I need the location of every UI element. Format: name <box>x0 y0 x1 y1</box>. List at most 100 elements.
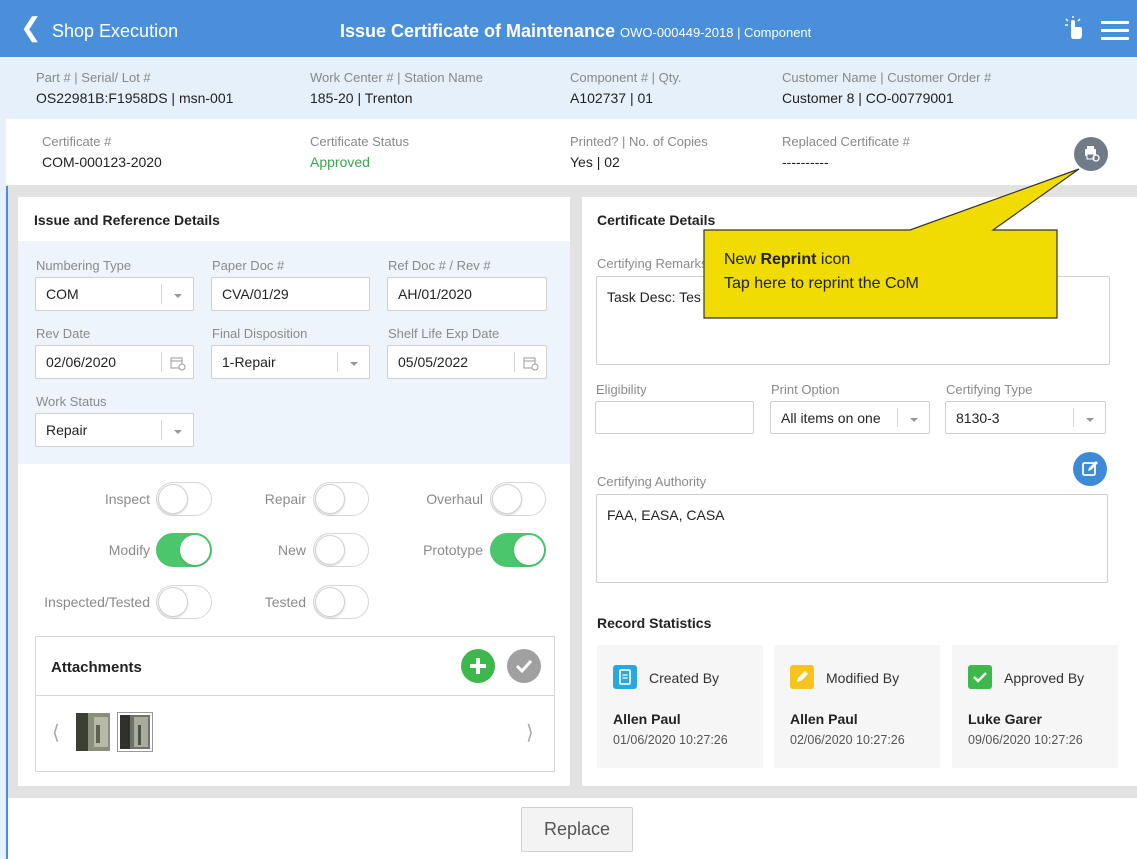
component-qty-value: A102737 | 01 <box>570 90 654 106</box>
replace-button[interactable]: Replace <box>521 807 633 852</box>
certifying-type-select[interactable]: 8130-3 <box>945 401 1106 434</box>
numbering-type-select[interactable]: COM <box>35 277 194 311</box>
chevron-left-icon[interactable]: ⟨ <box>52 720 60 745</box>
print-option-select[interactable]: All items on one <box>770 401 930 434</box>
approved-by-heading: Approved By <box>1004 670 1085 686</box>
certifying-remarks-value: Task Desc: Tes <box>607 289 701 305</box>
eligibility-input[interactable] <box>595 401 754 434</box>
part-serial-value: OS22981B:F1958DS | msn-001 <box>36 90 234 106</box>
modified-by-heading: Modified By <box>826 670 900 686</box>
confirm-attachment-button[interactable] <box>507 649 541 683</box>
printed-copies-label: Printed? | No. of Copies <box>570 134 708 149</box>
work-center-field: Work Center # | Station Name 185-20 | Tr… <box>310 70 483 106</box>
top-bar: ❮ Shop Execution Issue Certificate of Ma… <box>0 0 1137 57</box>
customer-label: Customer Name | Customer Order # <box>782 70 992 85</box>
tested-toggle[interactable] <box>313 585 369 619</box>
work-status-select[interactable]: Repair <box>35 413 194 447</box>
callout-suffix: icon <box>816 251 851 268</box>
modified-by-card: Modified By Allen Paul 02/06/2020 10:27:… <box>774 645 940 768</box>
inspected-tested-label: Inspected/Tested <box>44 594 150 610</box>
edit-authority-button[interactable] <box>1073 452 1107 486</box>
new-label: New <box>277 542 306 558</box>
new-toggle[interactable] <box>313 533 369 567</box>
created-by-date: 01/06/2020 10:27:26 <box>613 733 728 747</box>
chevron-down-icon <box>161 284 193 304</box>
calendar-icon[interactable] <box>161 352 193 372</box>
page-subtitle: OWO-000449-2018 | Component <box>620 25 812 40</box>
pencil-icon <box>790 665 814 689</box>
calendar-icon[interactable] <box>514 352 546 372</box>
part-serial-field: Part # | Serial/ Lot # OS22981B:F1958DS … <box>36 70 233 106</box>
created-by-name: Allen Paul <box>613 711 681 727</box>
prototype-toggle[interactable] <box>490 533 546 567</box>
chevron-right-icon[interactable]: ⟩ <box>526 720 534 745</box>
overhaul-toggle[interactable] <box>490 482 546 516</box>
component-qty-field: Component # | Qty. A102737 | 01 <box>570 70 682 106</box>
shelf-life-input[interactable]: 05/05/2022 <box>387 345 547 379</box>
final-disposition-select[interactable]: 1-Repair <box>211 345 370 379</box>
paper-doc-input[interactable]: CVA/01/29 <box>211 277 370 311</box>
ref-doc-input[interactable]: AH/01/2020 <box>387 277 547 311</box>
component-info-row: Part # | Serial/ Lot # OS22981B:F1958DS … <box>6 57 1137 119</box>
checkmark-icon <box>968 665 992 689</box>
attachment-thumbnail[interactable] <box>117 712 153 752</box>
certifying-authority-value: FAA, EASA, CASA <box>607 507 725 523</box>
certificate-status-label: Certificate Status <box>310 134 409 149</box>
add-attachment-button[interactable] <box>461 649 495 683</box>
callout-line2: Tap here to reprint the CoM <box>724 275 919 292</box>
attachments-title: Attachments <box>51 659 142 676</box>
plus-icon <box>470 658 486 674</box>
reprint-callout <box>703 168 1080 319</box>
shelf-life-value: 05/05/2022 <box>398 354 469 370</box>
eligibility-label: Eligibility <box>596 382 647 397</box>
chevron-down-icon <box>897 408 929 427</box>
repair-label: Repair <box>264 491 306 507</box>
print-option-label: Print Option <box>771 382 840 397</box>
certifying-authority-label: Certifying Authority <box>597 474 707 489</box>
certificate-number-value: COM-000123-2020 <box>42 154 162 170</box>
rev-date-value: 02/06/2020 <box>46 354 117 370</box>
certificate-status-field: Certificate Status Approved <box>310 134 409 170</box>
work-status-value: Repair <box>46 422 88 438</box>
back-label[interactable]: Shop Execution <box>52 21 178 42</box>
left-edge-line <box>6 186 8 859</box>
work-center-label: Work Center # | Station Name <box>310 70 483 85</box>
paper-doc-label: Paper Doc # <box>212 258 285 273</box>
chevron-down-icon <box>161 420 193 440</box>
tested-label: Tested <box>264 594 306 610</box>
certificate-number-field: Certificate # COM-000123-2020 <box>42 134 162 170</box>
customer-value: Customer 8 | CO-00779001 <box>782 90 954 106</box>
record-statistics-title: Record Statistics <box>597 615 712 631</box>
replaced-certificate-label: Replaced Certificate # <box>782 134 910 149</box>
work-center-value: 185-20 | Trenton <box>310 90 413 106</box>
tap-gesture-icon[interactable] <box>1062 16 1084 40</box>
document-icon <box>613 665 637 689</box>
checkmark-icon <box>515 659 533 674</box>
repair-toggle[interactable] <box>313 482 369 516</box>
inspect-label: Inspect <box>104 491 150 507</box>
hamburger-menu-icon[interactable] <box>1101 21 1129 41</box>
certifying-type-value: 8130-3 <box>956 409 1000 426</box>
customer-field: Customer Name | Customer Order # Custome… <box>782 70 991 106</box>
work-status-label: Work Status <box>36 394 107 409</box>
rev-date-input[interactable]: 02/06/2020 <box>35 345 194 379</box>
reprint-callout-text: New Reprint icon Tap here to reprint the… <box>724 248 919 296</box>
modified-by-name: Allen Paul <box>790 711 858 727</box>
ref-doc-label: Ref Doc # / Rev # <box>388 258 491 273</box>
certifying-remarks-label: Certifying Remarks <box>597 256 708 271</box>
certifying-authority-textarea[interactable]: FAA, EASA, CASA <box>596 494 1108 583</box>
approved-by-name: Luke Garer <box>968 711 1042 727</box>
chevron-down-icon <box>337 352 369 372</box>
paper-doc-value: CVA/01/29 <box>222 286 289 302</box>
certificate-status-value: Approved <box>310 154 370 170</box>
printed-copies-field: Printed? | No. of Copies Yes | 02 <box>570 134 708 170</box>
back-chevron-icon[interactable]: ❮ <box>20 14 42 40</box>
modified-by-date: 02/06/2020 10:27:26 <box>790 733 905 747</box>
certificate-details-title: Certificate Details <box>597 212 716 228</box>
chevron-down-icon <box>1073 408 1105 427</box>
component-qty-label: Component # | Qty. <box>570 70 682 85</box>
shelf-life-label: Shelf Life Exp Date <box>388 326 500 341</box>
print-option-value: All items on one <box>781 409 881 426</box>
issue-reference-title: Issue and Reference Details <box>34 212 220 228</box>
attachment-thumbnail[interactable] <box>76 713 110 751</box>
